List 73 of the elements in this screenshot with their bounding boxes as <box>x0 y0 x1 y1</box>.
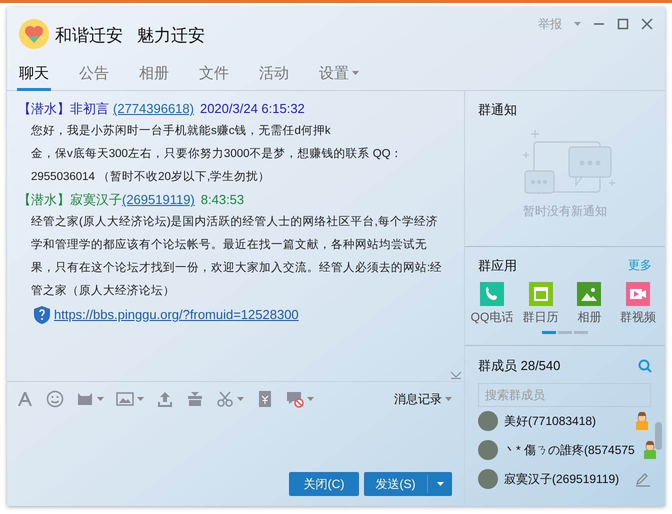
message-time: 2020/3/24 6:15:32 <box>200 100 305 118</box>
caret-icon <box>97 396 104 400</box>
empty-notice-text: 暂时没有新通知 <box>523 202 607 220</box>
member-role: 【潜水】 <box>18 191 70 210</box>
avatar <box>478 440 498 460</box>
person-icon <box>633 412 651 430</box>
member-name[interactable]: 丶* 傷ㄋの誰疼(8574575 <box>504 441 635 459</box>
close-button[interactable]: 关闭(C) <box>289 472 359 496</box>
message-text: 学和管理学的都应该有个论坛帐号。最近在找一篇文献，各种网站均尝试无 <box>30 237 427 253</box>
caret-icon <box>445 396 452 400</box>
caret-icon <box>237 396 244 400</box>
message-text: 果，只有在这个论坛才找到一份，欢迎大家加入交流。经管人必须去的网站:经 <box>30 260 442 276</box>
gift-icon[interactable] <box>186 390 204 408</box>
app-shortcut[interactable]: QQ电话 <box>469 282 515 326</box>
window-title: 和谐迁安 <box>55 25 123 47</box>
heart-logo-icon <box>19 19 49 49</box>
message-text: 管之家（原人大经济论坛） <box>30 283 175 299</box>
members-title: 群成员 28/540 <box>478 357 560 375</box>
member-name[interactable]: 寂寞汉子(269519119) <box>504 470 629 488</box>
video-icon[interactable] <box>626 282 650 306</box>
smiley-icon[interactable] <box>46 390 64 408</box>
font-icon[interactable] <box>16 390 34 408</box>
caret-icon <box>352 71 359 75</box>
notice-title: 群通知 <box>478 101 517 119</box>
apps-title: 群应用 <box>478 257 517 275</box>
search-icon[interactable] <box>638 358 652 373</box>
app-shortcut[interactable]: 相册 <box>566 282 612 326</box>
sender-qq[interactable]: (2774396618) <box>113 99 194 119</box>
message-time: 8:43:53 <box>200 191 244 210</box>
caret-icon <box>137 396 144 400</box>
tab[interactable]: 设置 <box>317 63 361 91</box>
calendar-icon[interactable] <box>528 282 553 306</box>
tab[interactable]: 活动 <box>257 63 291 91</box>
page-indicator[interactable] <box>542 330 556 334</box>
avatar <box>478 469 498 489</box>
message-link[interactable]: https://bbs.pinggu.org/?fromuid=12528300 <box>54 305 299 325</box>
message-text: 金，保v底每天300左右，只要你努力3000不是梦，想赚钱的联系 QQ： <box>30 146 403 162</box>
upload-icon[interactable] <box>156 390 174 408</box>
tab[interactable]: 聊天 <box>17 63 51 91</box>
collapse-icon[interactable] <box>450 371 462 379</box>
message-text: 您好，我是小苏闲时一台手机就能s赚c钱，无需任d何押k <box>30 123 331 139</box>
send-button[interactable]: 发送(S) <box>364 472 452 496</box>
phone-icon[interactable] <box>480 282 504 306</box>
image-icon[interactable] <box>116 390 134 408</box>
member-name[interactable]: 美好(771083418) <box>504 412 627 430</box>
member-role: 【潜水】 <box>18 100 70 118</box>
sender-qq[interactable]: (269519119) <box>122 190 195 210</box>
tab[interactable]: 文件 <box>197 63 231 91</box>
caret-icon <box>307 396 314 400</box>
history-button[interactable]: 消息记录 <box>394 390 452 408</box>
avatar <box>478 411 498 431</box>
pencil-icon <box>635 471 651 487</box>
close-icon[interactable] <box>641 18 653 30</box>
sender-name: 非初言 <box>70 100 109 118</box>
sender-name: 寂寞汉子 <box>70 191 122 210</box>
shield-icon <box>34 306 50 324</box>
scissors-icon[interactable] <box>216 390 234 408</box>
message-text: 2955036014 （暂时不收20岁以下,学生勿扰） <box>30 170 270 185</box>
tab[interactable]: 相册 <box>137 63 171 91</box>
member-search-field[interactable]: 搜索群成员 <box>478 382 651 406</box>
scrollbar-thumb[interactable] <box>655 422 662 450</box>
app-shortcut[interactable]: 群视频 <box>614 282 661 326</box>
caret-icon <box>436 482 444 486</box>
app-shortcut[interactable]: 群日历 <box>518 282 564 326</box>
window-subtitle: 魅力迁安 <box>137 25 205 47</box>
message-block-icon[interactable] <box>286 390 304 408</box>
page-indicator[interactable] <box>558 330 572 334</box>
message-text: 经管之家(原人大经济论坛)是国内活跃的经管人士的网络社区平台,每个学经济 <box>30 214 438 230</box>
caret-icon <box>574 22 581 26</box>
page-indicator[interactable] <box>574 330 588 334</box>
maximize-icon[interactable] <box>617 18 629 30</box>
album-icon[interactable] <box>577 282 602 306</box>
tab[interactable]: 公告 <box>77 63 111 91</box>
